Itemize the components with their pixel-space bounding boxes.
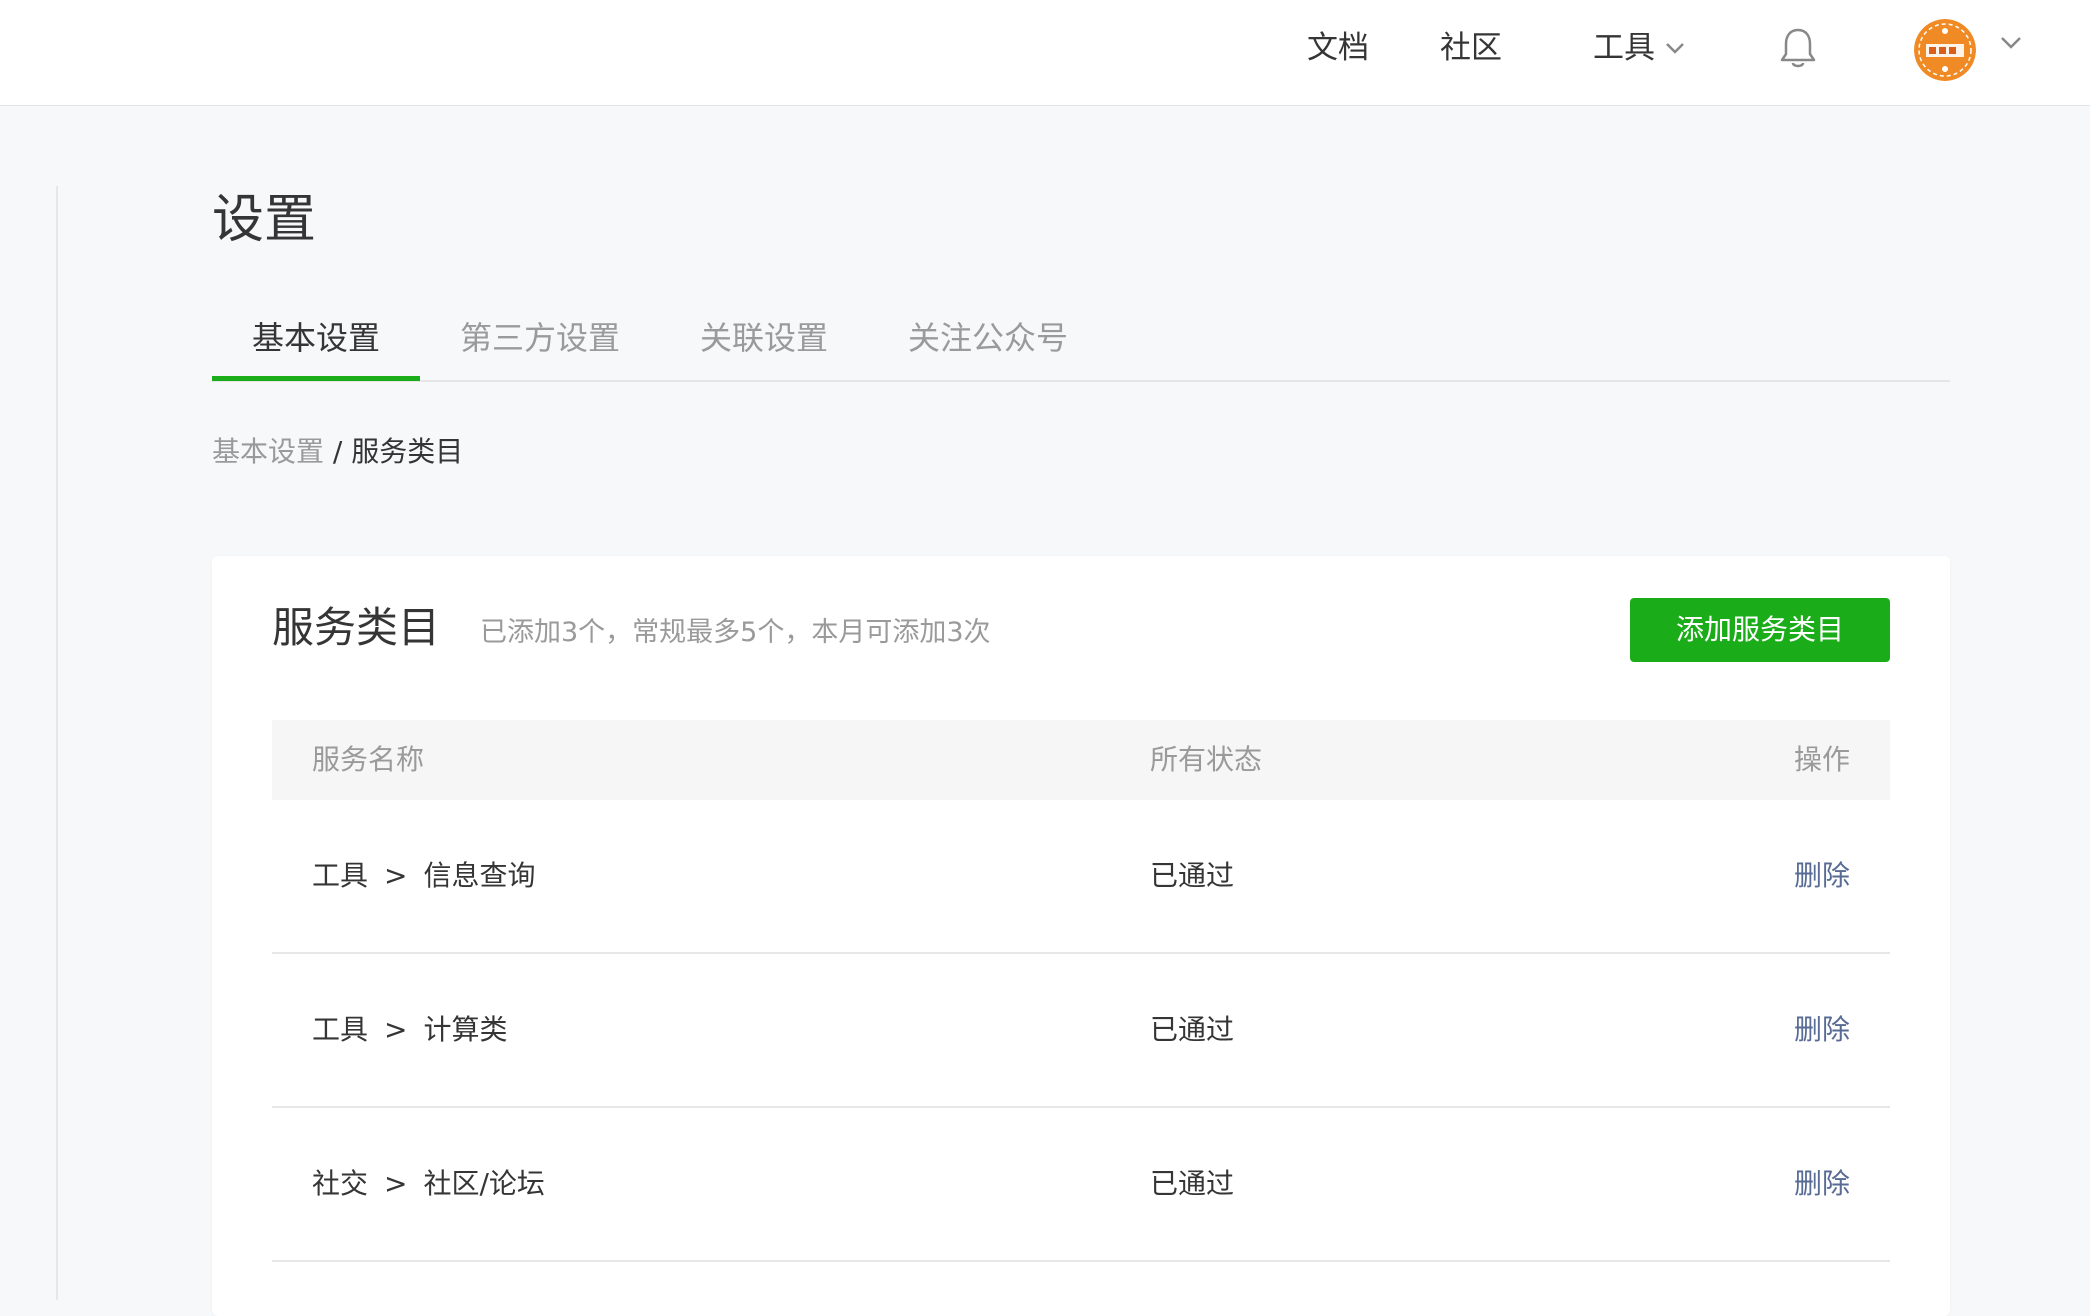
subcategory-label: 信息查询 (423, 859, 536, 892)
delete-link[interactable]: 删除 (1794, 856, 1850, 896)
card-description: 已添加3个，常规最多5个，本月可添加3次 (480, 617, 991, 648)
category-arrow: > (384, 1013, 408, 1046)
subcategory-label: 计算类 (423, 1013, 508, 1046)
card-title: 服务类目 (272, 603, 441, 652)
page-title: 设置 (212, 190, 317, 250)
table-header: 服务名称 所有状态 操作 (272, 720, 1890, 800)
nav-tools-dropdown[interactable]: 工具 (1593, 28, 1685, 68)
notification-bell-icon[interactable] (1778, 26, 1818, 70)
breadcrumb: 基本设置 / 服务类目 (212, 432, 463, 472)
service-name-cell: 社交 > 社区/论坛 (312, 1164, 545, 1204)
top-navigation-bar: 文档 社区 工具 (0, 0, 2090, 106)
service-category-card: 服务类目 已添加3个，常规最多5个，本月可添加3次 添加服务类目 服务名称 所有… (212, 556, 1950, 1316)
sidebar-divider (56, 186, 58, 1300)
breadcrumb-parent-link[interactable]: 基本设置 (212, 435, 324, 468)
header-service-name: 服务名称 (312, 743, 425, 776)
nav-docs-link[interactable]: 文档 (1307, 28, 1369, 68)
service-name-cell: 工具 > 计算类 (312, 1010, 508, 1050)
category-arrow: > (384, 859, 408, 892)
user-avatar[interactable] (1914, 19, 1976, 81)
service-category-table: 服务名称 所有状态 操作 工具 > 信息查询 已通过 删除 工具 > 计算类 已通过 删… (272, 720, 1890, 1262)
nav-community-link[interactable]: 社区 (1440, 28, 1502, 68)
table-row: 社交 > 社区/论坛 已通过 删除 (272, 1108, 1890, 1262)
header-operation: 操作 (1793, 743, 1850, 776)
category-label: 工具 (312, 1013, 369, 1046)
status-cell: 已通过 (1150, 859, 1235, 892)
table-row: 工具 > 计算类 已通过 删除 (272, 954, 1890, 1108)
delete-link[interactable]: 删除 (1794, 1010, 1850, 1050)
tab-third-party-settings[interactable]: 第三方设置 (460, 316, 620, 360)
account-menu-chevron-icon[interactable] (2000, 36, 2022, 50)
breadcrumb-separator: / (324, 435, 352, 468)
category-label: 工具 (312, 859, 369, 892)
table-row: 工具 > 信息查询 已通过 删除 (272, 800, 1890, 954)
nav-tools-label: 工具 (1593, 30, 1655, 66)
category-arrow: > (384, 1167, 408, 1200)
status-cell: 已通过 (1150, 1167, 1235, 1200)
status-cell: 已通过 (1150, 1013, 1235, 1046)
category-label: 社交 (312, 1167, 369, 1200)
service-name-cell: 工具 > 信息查询 (312, 856, 536, 896)
tab-association-settings[interactable]: 关联设置 (700, 316, 828, 360)
breadcrumb-current: 服务类目 (351, 435, 464, 468)
tab-basic-settings[interactable]: 基本设置 (252, 316, 380, 360)
chevron-down-icon (1666, 43, 1684, 54)
settings-tabs: 基本设置 第三方设置 关联设置 关注公众号 (212, 300, 1950, 382)
subcategory-label: 社区/论坛 (423, 1167, 545, 1200)
avatar-image-icon (1914, 19, 1976, 81)
delete-link[interactable]: 删除 (1794, 1164, 1850, 1204)
header-status-filter[interactable]: 所有状态 (1150, 740, 1262, 780)
add-service-category-button[interactable]: 添加服务类目 (1630, 598, 1890, 662)
active-tab-indicator (212, 376, 420, 381)
tab-follow-official-account[interactable]: 关注公众号 (908, 316, 1068, 360)
